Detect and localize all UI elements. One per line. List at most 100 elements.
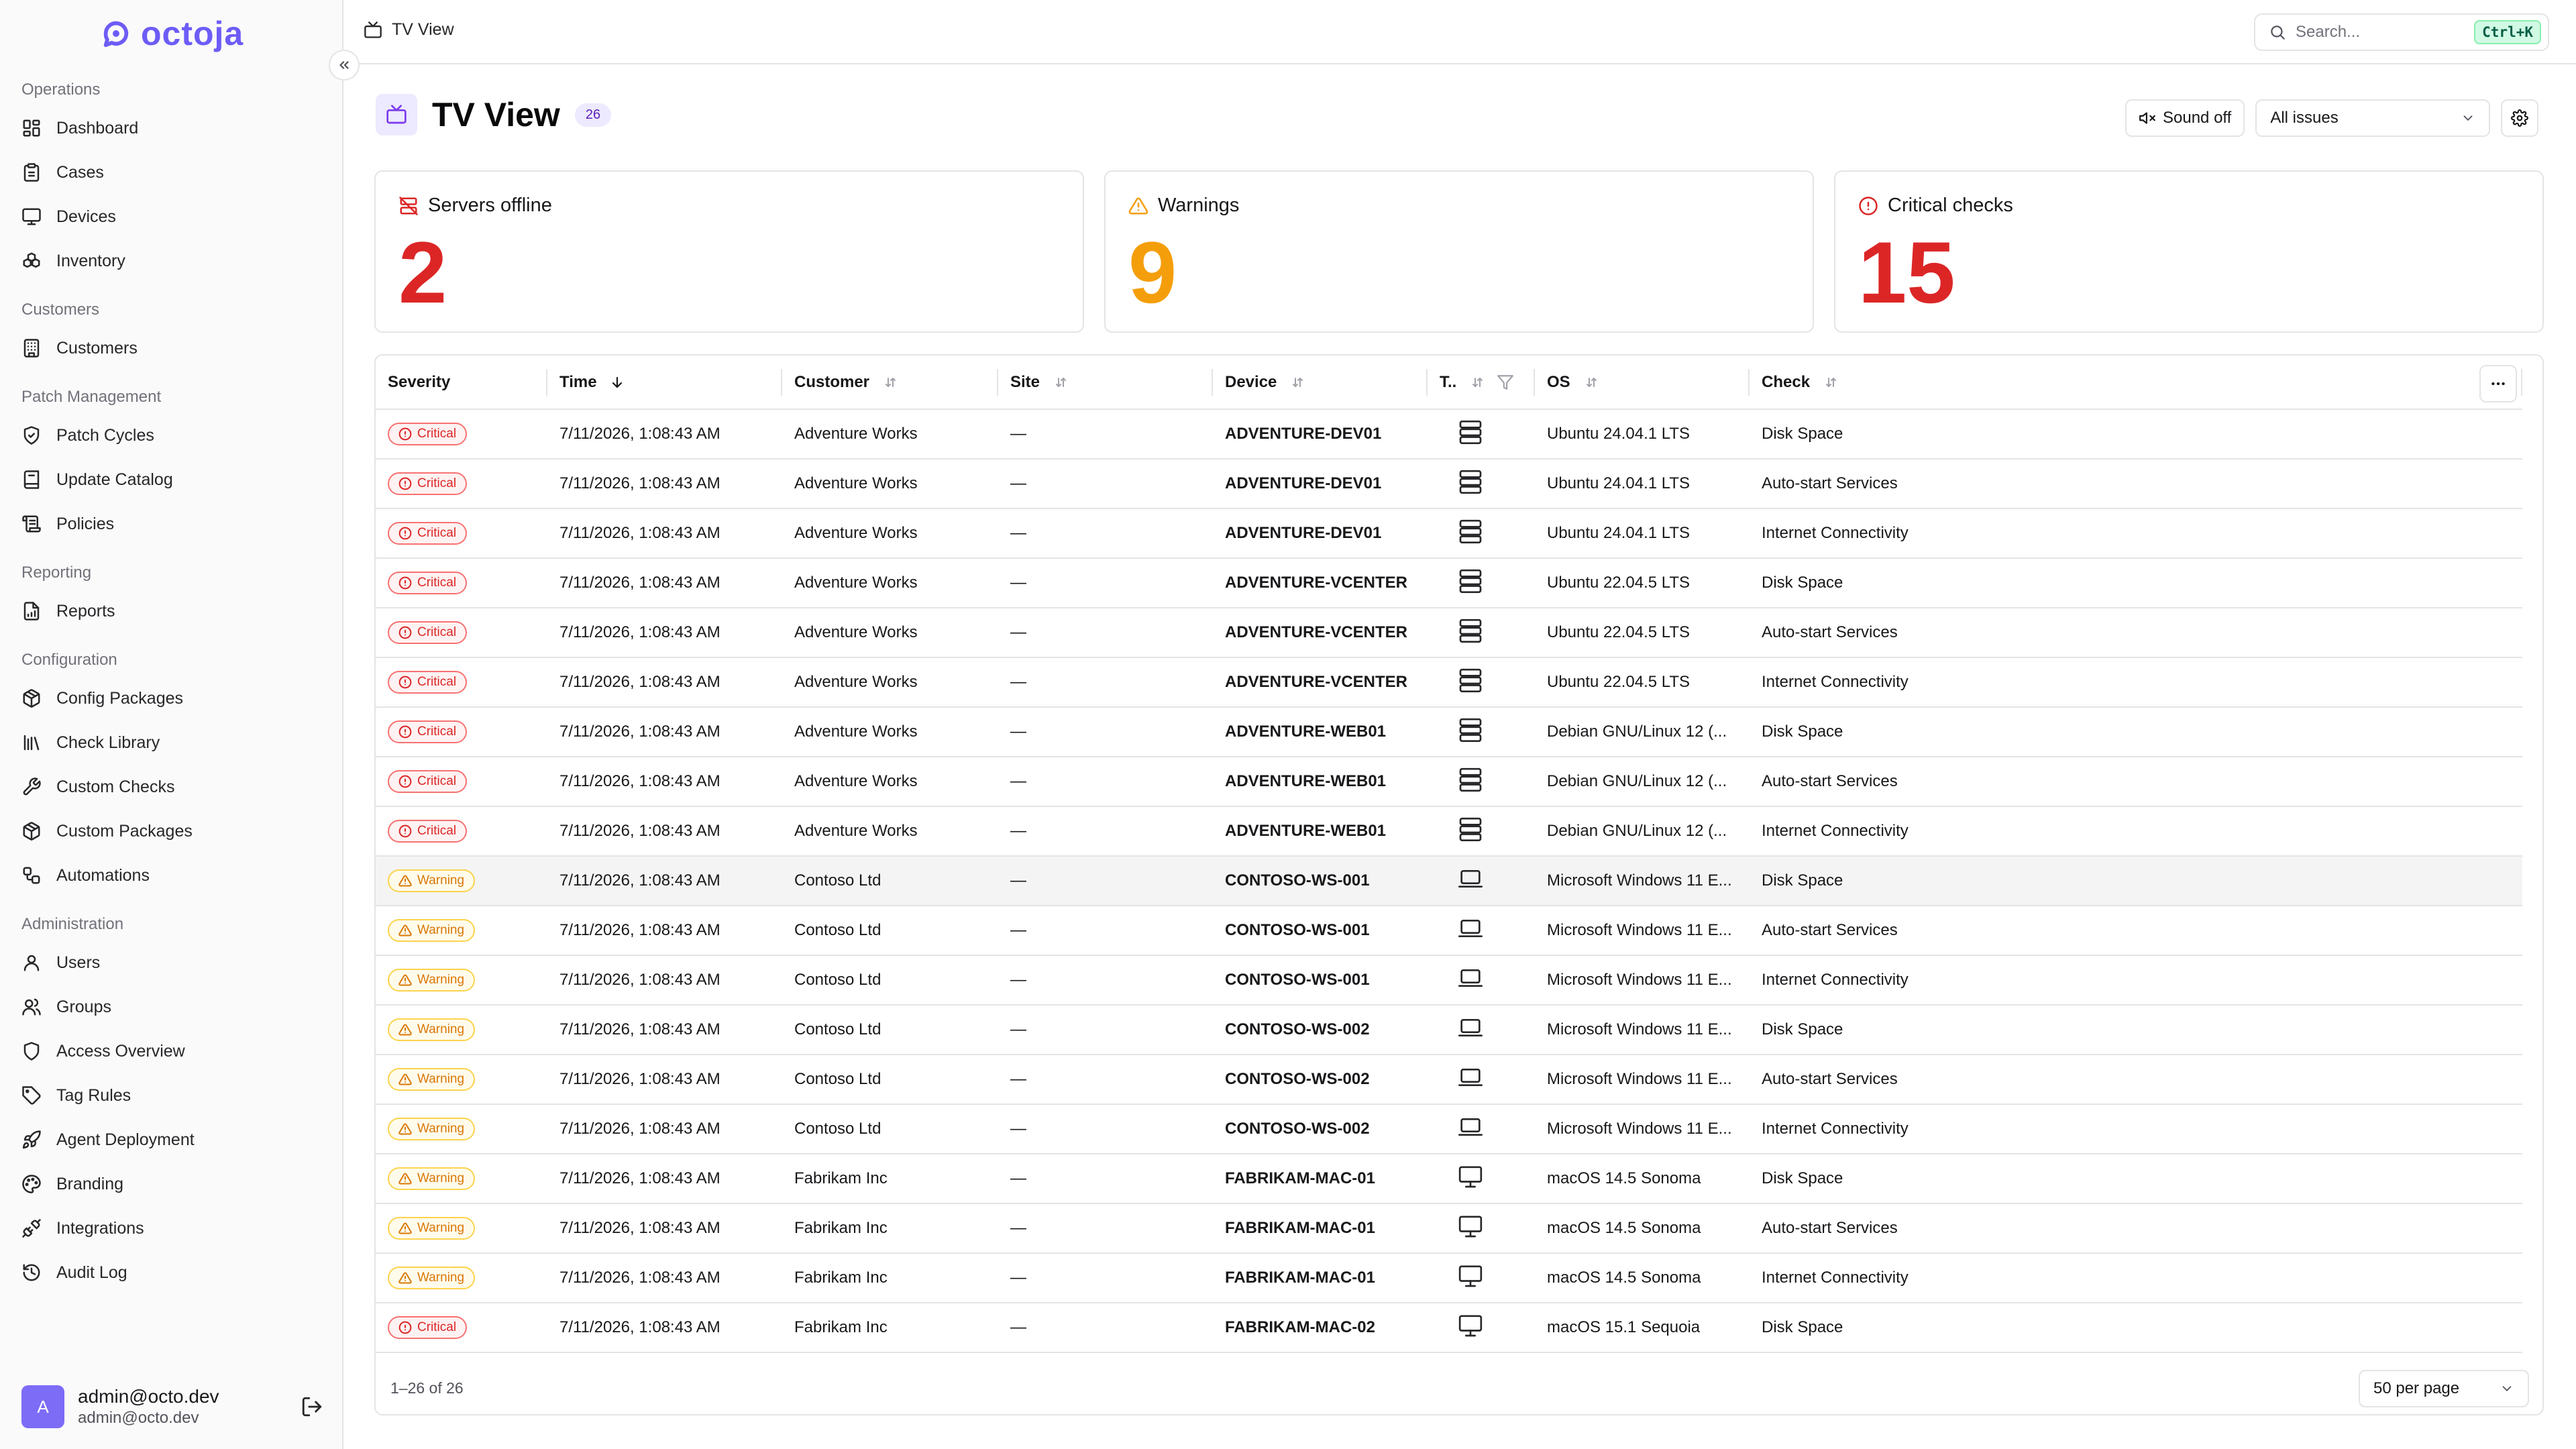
cell-device[interactable]: ADVENTURE-WEB01 — [1213, 806, 1428, 857]
sidebar-item-groups[interactable]: Groups — [0, 985, 342, 1029]
column-header-time[interactable]: Time — [547, 356, 782, 410]
cell-device[interactable]: CONTOSO-WS-001 — [1213, 856, 1428, 906]
column-header-t[interactable]: T.. — [1428, 356, 1535, 410]
cell-device[interactable]: ADVENTURE-WEB01 — [1213, 707, 1428, 757]
cell-os: Ubuntu 24.04.1 LTS — [1535, 409, 1750, 460]
sidebar-item-config-packages[interactable]: Config Packages — [0, 676, 342, 720]
brand-logo[interactable]: octoja — [101, 15, 244, 52]
octoja-logo-icon — [103, 21, 129, 48]
table-row[interactable]: Critical 7/11/2026, 1:08:43 AM Adventure W… — [376, 409, 2522, 460]
sidebar-item-policies[interactable]: Policies — [0, 502, 342, 546]
cell-device[interactable]: ADVENTURE-VCENTER — [1213, 657, 1428, 708]
cell-device[interactable]: ADVENTURE-DEV01 — [1213, 409, 1428, 460]
sidebar-item-branding[interactable]: Branding — [0, 1162, 342, 1206]
breadcrumb-current[interactable]: TV View — [392, 20, 454, 40]
sidebar-item-update-catalog[interactable]: Update Catalog — [0, 458, 342, 502]
cell-device[interactable]: CONTOSO-WS-001 — [1213, 955, 1428, 1006]
sidebar-item-check-library[interactable]: Check Library — [0, 720, 342, 765]
filter-icon[interactable] — [1497, 374, 1514, 391]
sidebar-item-reports[interactable]: Reports — [0, 589, 342, 633]
sidebar-item-automations[interactable]: Automations — [0, 853, 342, 898]
cell-device[interactable]: FABRIKAM-MAC-01 — [1213, 1154, 1428, 1204]
table-row[interactable]: Critical 7/11/2026, 1:08:43 AM Adventure W… — [376, 558, 2522, 608]
cell-device[interactable]: ADVENTURE-DEV01 — [1213, 459, 1428, 509]
sidebar-item-patch-cycles[interactable]: Patch Cycles — [0, 413, 342, 458]
cell-device[interactable]: FABRIKAM-MAC-02 — [1213, 1303, 1428, 1353]
column-header-customer[interactable]: Customer — [782, 356, 998, 410]
table-row[interactable]: Warning 7/11/2026, 1:08:43 AM Contoso Ltd —… — [376, 1104, 2522, 1155]
table-row[interactable]: Critical 7/11/2026, 1:08:43 AM Adventure W… — [376, 459, 2522, 509]
column-options-button[interactable] — [2479, 365, 2517, 402]
column-resize-handle[interactable] — [2521, 369, 2522, 396]
sidebar-item-inventory[interactable]: Inventory — [0, 239, 342, 283]
search-input[interactable] — [2296, 23, 2465, 42]
more-horizontal-icon — [2491, 382, 2505, 386]
sidebar-item-devices[interactable]: Devices — [0, 195, 342, 239]
table-row[interactable]: Warning 7/11/2026, 1:08:43 AM Contoso Ltd —… — [376, 955, 2522, 1006]
table-row[interactable]: Warning 7/11/2026, 1:08:43 AM Fabrikam Inc… — [376, 1154, 2522, 1204]
table-row[interactable]: Critical 7/11/2026, 1:08:43 AM Adventure W… — [376, 508, 2522, 559]
alert-circle-icon — [398, 725, 412, 739]
column-header-device[interactable]: Device — [1213, 356, 1428, 410]
column-header-site[interactable]: Site — [998, 356, 1213, 410]
table-row[interactable]: Warning 7/11/2026, 1:08:43 AM Contoso Ltd —… — [376, 856, 2522, 906]
sidebar-item-cases[interactable]: Cases — [0, 150, 342, 195]
cell-device[interactable]: ADVENTURE-VCENTER — [1213, 558, 1428, 608]
cell-os: Ubuntu 22.04.5 LTS — [1535, 657, 1750, 708]
page-header: TV View 26 — [376, 94, 612, 136]
table-row[interactable]: Critical 7/11/2026, 1:08:43 AM Adventure W… — [376, 806, 2522, 857]
sort-icon[interactable] — [1822, 374, 1838, 390]
cell-device[interactable]: ADVENTURE-WEB01 — [1213, 757, 1428, 807]
table-row[interactable]: Critical 7/11/2026, 1:08:43 AM Adventure W… — [376, 757, 2522, 807]
page-icon — [376, 94, 417, 136]
sort-icon[interactable] — [1582, 374, 1599, 390]
sidebar-item-custom-checks[interactable]: Custom Checks — [0, 765, 342, 809]
cell-device[interactable]: CONTOSO-WS-002 — [1213, 1055, 1428, 1105]
severity-badge: Warning — [388, 1267, 476, 1289]
table-row[interactable]: Warning 7/11/2026, 1:08:43 AM Fabrikam Inc… — [376, 1203, 2522, 1254]
table-row[interactable]: Warning 7/11/2026, 1:08:43 AM Contoso Ltd —… — [376, 906, 2522, 956]
cell-time: 7/11/2026, 1:08:43 AM — [547, 459, 782, 509]
column-header-severity[interactable]: Severity — [376, 356, 547, 410]
table-row[interactable]: Warning 7/11/2026, 1:08:43 AM Contoso Ltd —… — [376, 1055, 2522, 1105]
table-row[interactable]: Critical 7/11/2026, 1:08:43 AM Adventure W… — [376, 608, 2522, 658]
table-row[interactable]: Warning 7/11/2026, 1:08:43 AM Contoso Ltd —… — [376, 1005, 2522, 1055]
sidebar-item-integrations[interactable]: Integrations — [0, 1206, 342, 1250]
sidebar-item-users[interactable]: Users — [0, 941, 342, 985]
sound-toggle-button[interactable]: Sound off — [2125, 99, 2245, 137]
per-page-select[interactable]: 50 per page — [2359, 1370, 2529, 1407]
cell-device[interactable]: CONTOSO-WS-001 — [1213, 906, 1428, 956]
column-header-check[interactable]: Check — [1750, 356, 2522, 410]
cell-device[interactable]: CONTOSO-WS-002 — [1213, 1005, 1428, 1055]
cell-device[interactable]: ADVENTURE-VCENTER — [1213, 608, 1428, 658]
table-row[interactable]: Warning 7/11/2026, 1:08:43 AM Fabrikam Inc… — [376, 1253, 2522, 1303]
sort-descending-icon[interactable] — [609, 374, 625, 390]
user-profile[interactable]: A admin@octo.dev admin@octo.dev — [21, 1383, 323, 1430]
column-header-os[interactable]: OS — [1535, 356, 1750, 410]
cell-device[interactable]: FABRIKAM-MAC-01 — [1213, 1203, 1428, 1254]
settings-button[interactable] — [2501, 99, 2539, 137]
sidebar-item-agent-deployment[interactable]: Agent Deployment — [0, 1118, 342, 1162]
sidebar-item-tag-rules[interactable]: Tag Rules — [0, 1073, 342, 1118]
table-row[interactable]: Critical 7/11/2026, 1:08:43 AM Adventure W… — [376, 657, 2522, 708]
laptop-icon — [1458, 1118, 1483, 1136]
sidebar-item-custom-packages[interactable]: Custom Packages — [0, 809, 342, 853]
sidebar-item-audit-log[interactable]: Audit Log — [0, 1250, 342, 1295]
cell-device[interactable]: CONTOSO-WS-002 — [1213, 1104, 1428, 1155]
sort-icon[interactable] — [1468, 374, 1485, 390]
sidebar-item-access-overview[interactable]: Access Overview — [0, 1029, 342, 1073]
search-box[interactable]: Ctrl+K — [2254, 13, 2549, 51]
sidebar-item-customers[interactable]: Customers — [0, 326, 342, 370]
sort-icon[interactable] — [1052, 374, 1068, 390]
issue-filter-select[interactable]: All issues — [2255, 99, 2491, 137]
cell-device[interactable]: ADVENTURE-DEV01 — [1213, 508, 1428, 559]
logout-icon[interactable] — [301, 1395, 323, 1418]
sidebar-collapse-button[interactable] — [329, 50, 360, 80]
table-row[interactable]: Critical 7/11/2026, 1:08:43 AM Fabrikam In… — [376, 1303, 2522, 1353]
table-row[interactable]: Critical 7/11/2026, 1:08:43 AM Adventure W… — [376, 707, 2522, 757]
sidebar-item-dashboard[interactable]: Dashboard — [0, 106, 342, 150]
cell-customer: Contoso Ltd — [782, 906, 998, 956]
cell-device[interactable]: FABRIKAM-MAC-01 — [1213, 1253, 1428, 1303]
sort-icon[interactable] — [881, 374, 898, 390]
sort-icon[interactable] — [1289, 374, 1305, 390]
